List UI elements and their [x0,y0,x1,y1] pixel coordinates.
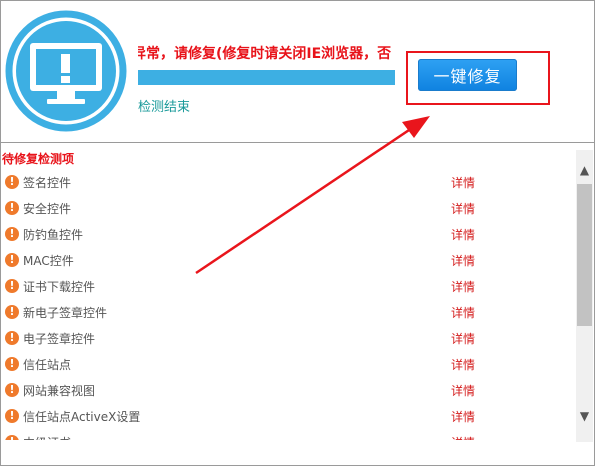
highlight-box [406,51,550,105]
item-label: 中级证书 [23,434,71,440]
warning-icon: ! [5,227,19,241]
monitor-warning-icon [5,10,127,132]
detail-link[interactable]: 详情 [451,278,475,295]
list-scrollbar[interactable]: ▲ ▼ [576,150,593,442]
item-label: 信任站点 [23,358,72,372]
list-item: ! 电子签章控件 详情 [0,325,575,351]
list-item: ! MAC控件 详情 [0,247,575,273]
list-item: ! 中级证书 详情 [0,429,575,440]
warning-icon: ! [5,175,19,189]
scroll-thumb[interactable] [577,184,592,326]
warning-icon: ! [5,383,19,397]
list-title: 待修复检测项 [2,152,75,166]
repair-item-list: ! 签名控件 详情! 安全控件 详情! 防钓鱼控件 详情! MAC控件 详情! 证书下载控件 详情!… [0,169,575,440]
progress-bar [138,70,395,85]
warning-icon: ! [5,409,19,423]
item-label: 信任站点ActiveX设置 [23,410,141,424]
list-item: ! 新电子签章控件 详情 [0,299,575,325]
list-item: ! 网站兼容视图 详情 [0,377,575,403]
detail-link[interactable]: 详情 [451,408,475,425]
warning-icon: ! [5,305,19,319]
warning-icon: ! [5,253,19,267]
header-divider [0,142,595,143]
list-item: ! 证书下载控件 详情 [0,273,575,299]
detail-link[interactable]: 详情 [451,252,475,269]
status-message: 异常，请修复(修复时请关闭IE浏览器，否 [138,46,392,62]
detail-link[interactable]: 详情 [451,304,475,321]
scan-status-label: 检测结束 [138,100,191,115]
list-item: ! 信任站点ActiveX设置 详情 [0,403,575,429]
progress-fill [138,70,395,85]
list-item: ! 安全控件 详情 [0,195,575,221]
item-label: MAC控件 [23,254,74,268]
warning-icon: ! [5,201,19,215]
item-label: 证书下载控件 [23,280,96,294]
detail-link[interactable]: 详情 [451,356,475,373]
item-label: 安全控件 [23,202,72,216]
header-panel: 异常，请修复(修复时请关闭IE浏览器，否 检测结束 一键修复 [1,1,594,142]
detail-link[interactable]: 详情 [451,330,475,347]
detail-link[interactable]: 详情 [451,226,475,243]
item-label: 新电子签章控件 [23,306,108,320]
list-item: ! 信任站点 详情 [0,351,575,377]
item-label: 电子签章控件 [23,332,96,346]
warning-icon: ! [5,435,19,440]
item-label: 防钓鱼控件 [23,228,84,242]
list-item: ! 防钓鱼控件 详情 [0,221,575,247]
chevron-up-icon[interactable]: ▲ [576,162,593,179]
detail-link[interactable]: 详情 [451,382,475,399]
list-item: ! 签名控件 详情 [0,169,575,195]
chevron-down-icon[interactable]: ▼ [576,408,593,425]
detail-link[interactable]: 详情 [451,174,475,191]
item-label: 网站兼容视图 [23,384,96,398]
warning-icon: ! [5,331,19,345]
item-label: 签名控件 [23,176,72,190]
warning-icon: ! [5,357,19,371]
warning-icon: ! [5,279,19,293]
detail-link[interactable]: 详情 [451,200,475,217]
detail-link[interactable]: 详情 [451,434,475,440]
